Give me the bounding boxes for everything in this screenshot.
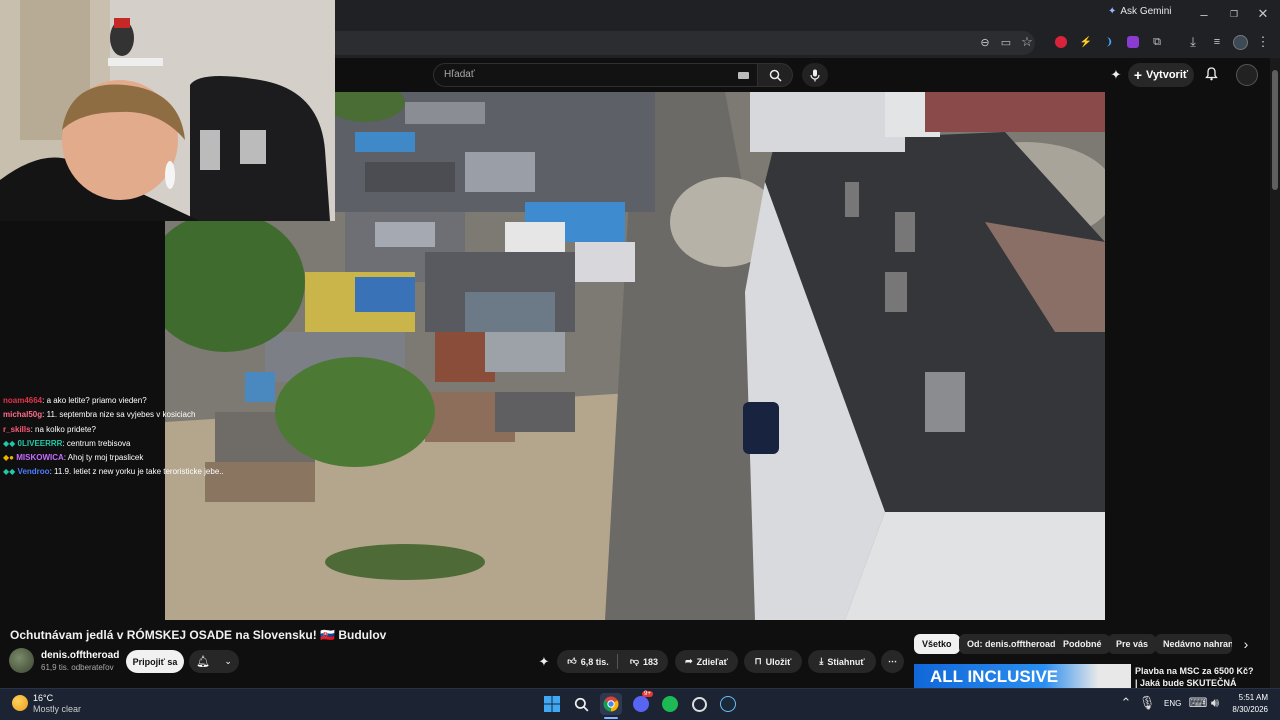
extension-purple-icon[interactable]: [1127, 36, 1139, 48]
recommended-thumbnail[interactable]: ALL INCLUSIVE: [914, 664, 1131, 688]
spotify-icon[interactable]: [659, 693, 681, 715]
download-icon[interactable]: ⤓: [1186, 34, 1200, 49]
thumbnail-text: ALL INCLUSIVE: [930, 667, 1059, 686]
scrollbar-thumb[interactable]: [1272, 70, 1278, 190]
chat-badge-icon: ◆◆: [3, 439, 16, 448]
chat-message: r_skills: na kolko pridete?: [3, 425, 96, 434]
voice-search-button[interactable]: [802, 63, 828, 87]
chat-badge-icon: ◆◆: [3, 467, 16, 476]
weather-description[interactable]: Mostly clear: [33, 704, 81, 714]
video-title: Ochutnávam jedlá v RÓMSKEJ OSADE na Slov…: [10, 628, 387, 642]
keyboard-icon[interactable]: [738, 72, 749, 79]
discord-icon[interactable]: 9+: [630, 691, 653, 715]
save-button[interactable]: ⊓ Uložiť: [744, 650, 802, 673]
video-right-area: [1105, 92, 1270, 620]
ask-gemini-button[interactable]: ✦ Ask Gemini: [1108, 6, 1172, 17]
profile-avatar[interactable]: [1233, 35, 1248, 50]
cast-icon[interactable]: ▭: [999, 35, 1013, 49]
webcam-overlay: [0, 0, 335, 221]
extension-red-icon[interactable]: [1055, 36, 1067, 48]
like-divider: [617, 654, 618, 669]
network-icon[interactable]: ⌨︎: [1189, 695, 1208, 710]
search-icon[interactable]: [570, 693, 592, 715]
chrome-icon[interactable]: [600, 693, 622, 715]
clock-time[interactable]: 5:51 AM: [1222, 693, 1268, 702]
bookmark-icon: ⊓: [754, 656, 762, 666]
restore-icon[interactable]: ❐: [1226, 6, 1242, 22]
microphone-icon[interactable]: 🎙︎: [1139, 695, 1156, 710]
thumbs-up-icon: 👍︎: [567, 656, 577, 666]
more-menu-icon[interactable]: ⋮: [1257, 34, 1270, 49]
chat-message: ◆◆ 0LIVEERRR: centrum trebisova: [3, 439, 131, 448]
clock-date[interactable]: 8/30/2026: [1222, 705, 1268, 714]
download-icon: ⤓: [819, 656, 824, 666]
subscription-bell-button[interactable]: 🔔︎ ⌄: [189, 650, 239, 673]
discord-badge: 9+: [642, 691, 653, 697]
more-actions-button[interactable]: ⋯: [881, 650, 904, 673]
subscriber-count: 61,9 tis. odberateľov: [41, 663, 114, 672]
chat-message: michal50g: 11. septembra nize sa vyjebes…: [3, 410, 196, 419]
steam-icon[interactable]: [717, 693, 739, 715]
reading-list-icon[interactable]: ≡: [1210, 35, 1224, 49]
chevron-right-icon[interactable]: ›: [1238, 636, 1254, 652]
bell-icon: 🔔︎: [196, 656, 211, 668]
channel-name[interactable]: denis.offtheroad: [41, 650, 119, 661]
live-extension-icon[interactable]: ✦: [537, 654, 551, 669]
address-bar[interactable]: [335, 31, 1035, 55]
share-button[interactable]: ➦ Zdieľať: [675, 650, 738, 673]
search-button[interactable]: [758, 63, 793, 87]
extension-grey-icon[interactable]: ⚡: [1079, 35, 1093, 49]
webcam-feed: [0, 0, 335, 221]
share-icon: ➦: [685, 656, 693, 666]
more-horizontal-icon: ⋯: [888, 656, 897, 666]
thumbs-down-icon: 👎︎: [629, 656, 640, 666]
search-input[interactable]: Hľadať: [433, 63, 758, 87]
account-avatar[interactable]: [1236, 64, 1258, 86]
weather-icon[interactable]: [12, 695, 28, 711]
language-indicator[interactable]: ENG: [1164, 699, 1181, 708]
chip-from-channel[interactable]: Od: denis.offtheroad: [959, 634, 1064, 654]
windows-start-icon[interactable]: [541, 693, 563, 715]
bookmark-star-icon[interactable]: ☆: [1020, 34, 1034, 49]
game-app-icon[interactable]: [688, 693, 710, 715]
extension-blue-icon[interactable]: ❩: [1102, 35, 1116, 49]
chevron-up-icon[interactable]: ⌃: [1120, 695, 1132, 710]
create-button[interactable]: + Vytvoriť: [1128, 63, 1194, 87]
close-icon[interactable]: ✕: [1255, 6, 1271, 22]
notifications-bell-icon[interactable]: [1203, 66, 1219, 82]
minimize-icon[interactable]: –: [1196, 6, 1212, 22]
chip-all[interactable]: Všetko: [914, 634, 960, 654]
stream-chat-overlay: noam4664: a ako letite? priamo vieden? m…: [0, 221, 224, 620]
microphone-icon: [810, 69, 820, 81]
gemini-icon: ✦: [1108, 6, 1117, 17]
active-app-indicator: [604, 717, 618, 719]
chat-badge-icon: ◆●: [3, 453, 14, 462]
chat-message: noam4664: a ako letite? priamo vieden?: [3, 396, 147, 405]
chat-message: ◆◆ Vendroo: 11.9. letiet z new yorku je …: [3, 467, 224, 476]
volume-icon[interactable]: 🔊︎: [1209, 695, 1221, 710]
download-button[interactable]: ⤓ Stiahnuť: [808, 650, 876, 673]
dislike-button[interactable]: 👎︎ 183: [624, 650, 664, 673]
chevron-down-icon: ⌄: [224, 656, 232, 666]
channel-avatar[interactable]: [9, 648, 34, 673]
join-button[interactable]: Pripojiť sa: [126, 650, 184, 673]
weather-temperature[interactable]: 16°C: [33, 693, 53, 703]
plus-icon: +: [1133, 67, 1143, 83]
zoom-icon[interactable]: ⊖: [978, 35, 992, 49]
search-placeholder: Hľadať: [444, 69, 475, 80]
live-extension-icon[interactable]: ✦: [1108, 67, 1124, 83]
chat-message: ◆● MISKOWICA: Ahoj ty moj trpaslicek: [3, 453, 144, 462]
like-button[interactable]: 👍︎ 6,8 tis.: [563, 650, 613, 673]
chip-recently-uploaded[interactable]: Nedávno nahrané: [1155, 634, 1232, 654]
chip-for-you[interactable]: Pre vás: [1108, 634, 1157, 654]
chip-related[interactable]: Podobné: [1055, 634, 1110, 654]
search-icon: [769, 69, 782, 82]
extensions-puzzle-icon[interactable]: ⧉: [1150, 35, 1164, 49]
